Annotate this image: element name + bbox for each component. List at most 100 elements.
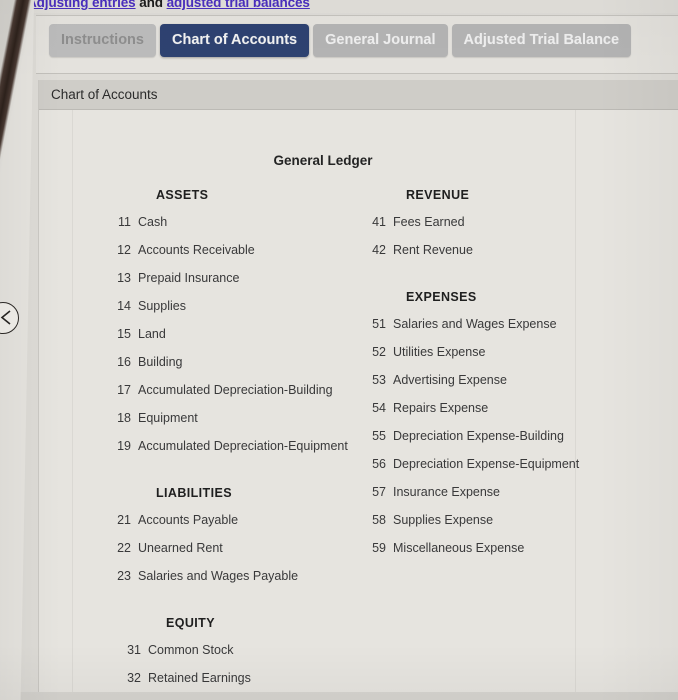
ledger-group-assets: ASSETS 11 Cash 12 Accounts Receivable 13 Prepa… — [109, 188, 389, 453]
account-row[interactable]: 42 Rent Revenue — [364, 243, 654, 257]
app-screen: Adjusting entries and adjusted trial bal… — [0, 0, 678, 700]
account-number: 58 — [372, 513, 386, 527]
chart-of-accounts-body: General Ledger ASSETS 11 Cash 12 Accounts Re… — [39, 110, 678, 692]
account-name: Supplies — [138, 299, 186, 313]
account-name: Accumulated Depreciation-Building — [138, 383, 333, 397]
ledger-column-right: REVENUE 41 Fees Earned 42 Rent Revenue EXPENS… — [364, 188, 654, 555]
account-row[interactable]: 15 Land — [109, 327, 389, 341]
account-name: Rent Revenue — [393, 243, 473, 257]
question-link-adjusted-trial-balances[interactable]: adjusted trial balances — [167, 0, 310, 10]
tabstrip: Instructions Chart of Accounts General J… — [49, 24, 632, 57]
account-row[interactable]: 31 Common Stock — [119, 643, 389, 657]
tabstrip-panel: Instructions Chart of Accounts General J… — [36, 15, 678, 74]
account-row[interactable]: 11 Cash — [109, 215, 389, 229]
account-row[interactable]: 17 Accumulated Depreciation-Building — [109, 383, 389, 397]
tab-chart-of-accounts[interactable]: Chart of Accounts — [159, 24, 310, 57]
account-row[interactable]: 59 Miscellaneous Expense — [364, 541, 654, 555]
account-row[interactable]: 58 Supplies Expense — [364, 513, 654, 527]
chevron-left-glyph — [0, 310, 11, 325]
account-row[interactable]: 22 Unearned Rent — [109, 541, 389, 555]
account-row[interactable]: 21 Accounts Payable — [109, 513, 389, 527]
account-name: Accounts Receivable — [138, 243, 255, 257]
account-row[interactable]: 57 Insurance Expense — [364, 485, 654, 499]
account-number: 16 — [117, 355, 131, 369]
account-name: Utilities Expense — [393, 345, 486, 359]
ledger-group-liabilities: LIABILITIES 21 Accounts Payable 22 Unearned … — [109, 486, 389, 583]
account-name: Miscellaneous Expense — [393, 541, 525, 555]
tab-general-journal[interactable]: General Journal — [313, 24, 448, 57]
account-number: 51 — [372, 317, 386, 331]
account-name: Cash — [138, 215, 168, 229]
group-heading: EQUITY — [166, 616, 215, 630]
account-name: Land — [138, 327, 166, 341]
account-row[interactable]: 14 Supplies — [109, 299, 389, 313]
account-number: 23 — [117, 569, 131, 583]
screen-seam-left — [72, 110, 73, 692]
ledger-group-expenses: EXPENSES 51 Salaries and Wages Expense 52 Ut… — [364, 290, 654, 555]
account-name: Equipment — [138, 411, 198, 425]
question-text-and: and — [135, 0, 167, 10]
account-row[interactable]: 55 Depreciation Expense-Building — [364, 429, 654, 443]
account-row[interactable]: 41 Fees Earned — [364, 215, 654, 229]
account-number: 17 — [117, 383, 131, 397]
group-heading: ASSETS — [156, 188, 209, 202]
account-number: 59 — [372, 541, 386, 555]
account-number: 19 — [117, 439, 131, 453]
question-link-adjusting-entries[interactable]: Adjusting entries — [27, 0, 136, 10]
account-number: 53 — [372, 373, 386, 387]
chart-of-accounts-card: Chart of Accounts General Ledger ASSETS 1… — [38, 80, 678, 692]
account-row[interactable]: 51 Salaries and Wages Expense — [364, 317, 654, 331]
account-name: Supplies Expense — [393, 513, 494, 527]
account-row[interactable]: 19 Accumulated Depreciation-Equipment — [109, 439, 389, 453]
group-heading: LIABILITIES — [156, 486, 232, 500]
account-number: 32 — [127, 671, 141, 685]
group-heading: EXPENSES — [406, 290, 477, 304]
account-number: 56 — [372, 457, 386, 471]
account-number: 15 — [117, 327, 131, 341]
account-row[interactable]: 18 Equipment — [109, 411, 389, 425]
ledger-group-revenue: REVENUE 41 Fees Earned 42 Rent Revenue — [364, 188, 654, 257]
account-name: Insurance Expense — [393, 485, 501, 499]
ledger-column-left: ASSETS 11 Cash 12 Accounts Receivable 13 Prepa… — [109, 188, 389, 692]
general-ledger-title: General Ledger — [273, 153, 373, 168]
chevron-left-icon[interactable] — [0, 302, 19, 334]
tab-instructions[interactable]: Instructions — [49, 24, 156, 57]
account-name: Retained Earnings — [148, 671, 251, 685]
account-name: Building — [138, 355, 183, 369]
account-row[interactable]: 54 Repairs Expense — [364, 401, 654, 415]
account-row[interactable]: 56 Depreciation Expense-Equipment — [364, 457, 654, 471]
account-number: 21 — [117, 513, 131, 527]
account-number: 41 — [372, 215, 386, 229]
account-number: 12 — [117, 243, 131, 257]
account-number: 13 — [117, 271, 131, 285]
account-row[interactable]: 13 Prepaid Insurance — [109, 271, 389, 285]
account-name: Accumulated Depreciation-Equipment — [138, 439, 348, 453]
question-banner: Adjusting entries and adjusted trial bal… — [0, 0, 678, 13]
group-heading: REVENUE — [406, 188, 470, 202]
account-name: Fees Earned — [393, 215, 465, 229]
account-row[interactable]: 16 Building — [109, 355, 389, 369]
account-row[interactable]: 52 Utilities Expense — [364, 345, 654, 359]
account-name: Depreciation Expense-Building — [393, 429, 564, 443]
account-row[interactable]: 53 Advertising Expense — [364, 373, 654, 387]
account-name: Unearned Rent — [138, 541, 223, 555]
account-name: Common Stock — [148, 643, 234, 657]
account-number: 22 — [117, 541, 131, 555]
panel-title: Chart of Accounts — [51, 87, 158, 102]
account-number: 31 — [127, 643, 141, 657]
account-number: 54 — [372, 401, 386, 415]
ledger-group-equity: EQUITY31Common Stock32Retained Earnings3… — [119, 616, 389, 692]
account-number: 14 — [117, 299, 131, 313]
account-row[interactable]: 12 Accounts Receivable — [109, 243, 389, 257]
tab-adjusted-trial-balance[interactable]: Adjusted Trial Balance — [451, 24, 632, 57]
account-name: Repairs Expense — [393, 401, 489, 415]
account-number: 55 — [372, 429, 386, 443]
account-name: Accounts Payable — [138, 513, 239, 527]
account-name: Advertising Expense — [393, 373, 507, 387]
account-row[interactable]: 32 Retained Earnings — [119, 671, 389, 685]
account-row[interactable]: 23 Salaries and Wages Payable — [109, 569, 389, 583]
chart-of-accounts-header: Chart of Accounts — [39, 80, 678, 110]
